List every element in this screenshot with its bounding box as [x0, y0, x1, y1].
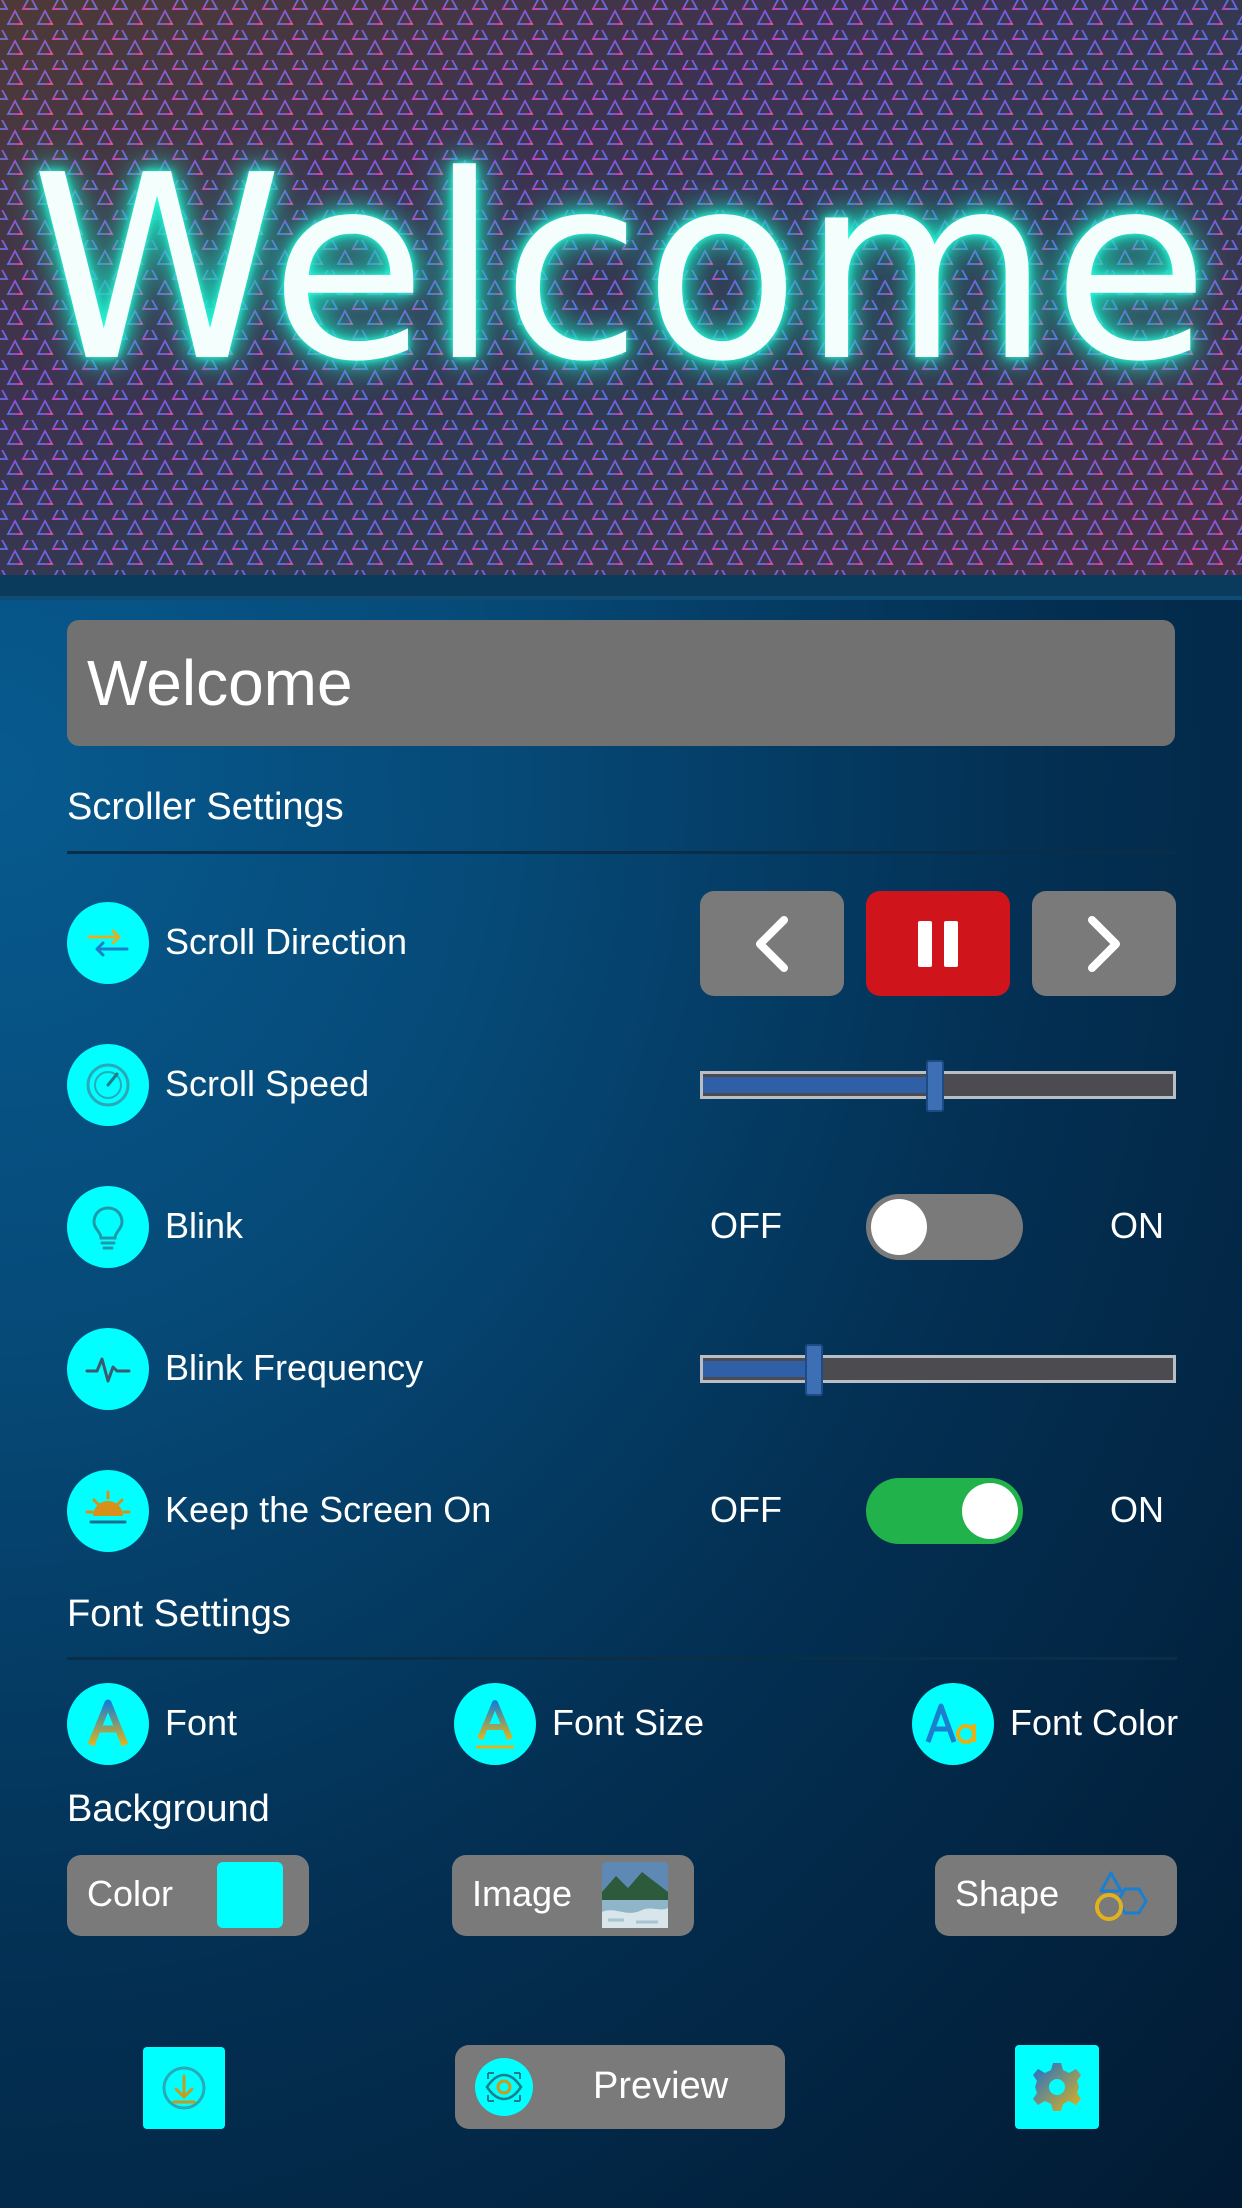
sun-icon [67, 1470, 149, 1552]
download-button[interactable] [143, 2047, 225, 2129]
toggle-knob [962, 1483, 1018, 1539]
download-icon [162, 2066, 206, 2110]
slider-thumb[interactable] [926, 1060, 944, 1112]
chevron-right-icon [1088, 915, 1120, 972]
scroll-left-button[interactable] [700, 891, 844, 996]
marquee-text-input[interactable] [67, 620, 1175, 746]
scroll-right-button[interactable] [1032, 891, 1176, 996]
eye-icon [475, 2058, 533, 2116]
letters-aa-icon[interactable] [912, 1683, 994, 1765]
preview-label: Preview [593, 2065, 729, 2107]
pause-button[interactable] [866, 891, 1010, 996]
background-shape-label: Shape [955, 1873, 1060, 1914]
blink-frequency-slider[interactable] [700, 1344, 1176, 1396]
background-image-label: Image [472, 1873, 573, 1914]
slider-thumb[interactable] [805, 1344, 823, 1396]
section-divider [67, 1657, 1177, 1660]
font-label[interactable]: Font [165, 1702, 237, 1744]
slider-fill [703, 1361, 814, 1377]
blink-label: Blink [165, 1205, 244, 1246]
letter-a-icon[interactable] [67, 1683, 149, 1765]
keep-screen-on-on-label: ON [1110, 1489, 1164, 1530]
font-settings-title: Font Settings [67, 1593, 291, 1635]
blink-on-label: ON [1110, 1205, 1164, 1246]
background-title: Background [67, 1788, 270, 1830]
chevron-left-icon [756, 915, 788, 972]
keep-screen-on-toggle[interactable] [866, 1478, 1023, 1544]
banner-separator-line [0, 596, 1242, 600]
section-divider [67, 851, 1177, 854]
blink-toggle[interactable] [866, 1194, 1023, 1260]
slider-fill [703, 1077, 935, 1093]
scrolling-text: Welcome [30, 121, 1212, 418]
scroller-settings-title: Scroller Settings [67, 786, 344, 828]
preview-button[interactable]: Preview [455, 2045, 785, 2129]
keep-screen-on-label: Keep the Screen On [165, 1489, 492, 1530]
speedometer-icon [67, 1044, 149, 1126]
marquee-preview-banner: Welcome [0, 0, 1242, 575]
background-color-button[interactable]: Color [67, 1855, 309, 1936]
settings-button[interactable] [1015, 2045, 1099, 2129]
background-color-label: Color [87, 1873, 174, 1914]
scroll-speed-slider[interactable] [700, 1060, 1176, 1112]
blink-off-label: OFF [710, 1205, 782, 1246]
pulse-wave-icon [67, 1328, 149, 1410]
letter-a-size-icon[interactable] [454, 1683, 536, 1765]
pause-icon [918, 920, 958, 967]
keep-screen-off-label: OFF [710, 1489, 782, 1530]
font-color-label[interactable]: Font Color [1010, 1702, 1178, 1744]
toggle-knob [871, 1199, 927, 1255]
landscape-thumbnail-icon [602, 1862, 668, 1928]
background-shape-button[interactable]: Shape [935, 1855, 1177, 1936]
background-image-button[interactable]: Image [452, 1855, 694, 1936]
shapes-icon [1095, 1871, 1148, 1921]
color-swatch [217, 1862, 283, 1928]
lightbulb-icon [67, 1186, 149, 1268]
direction-arrows-icon [67, 902, 149, 984]
scroll-direction-label: Scroll Direction [165, 921, 408, 962]
scroll-speed-label: Scroll Speed [165, 1063, 370, 1104]
blink-frequency-label: Blink Frequency [165, 1347, 424, 1388]
font-size-label[interactable]: Font Size [552, 1702, 704, 1744]
gear-icon [1033, 2063, 1081, 2111]
